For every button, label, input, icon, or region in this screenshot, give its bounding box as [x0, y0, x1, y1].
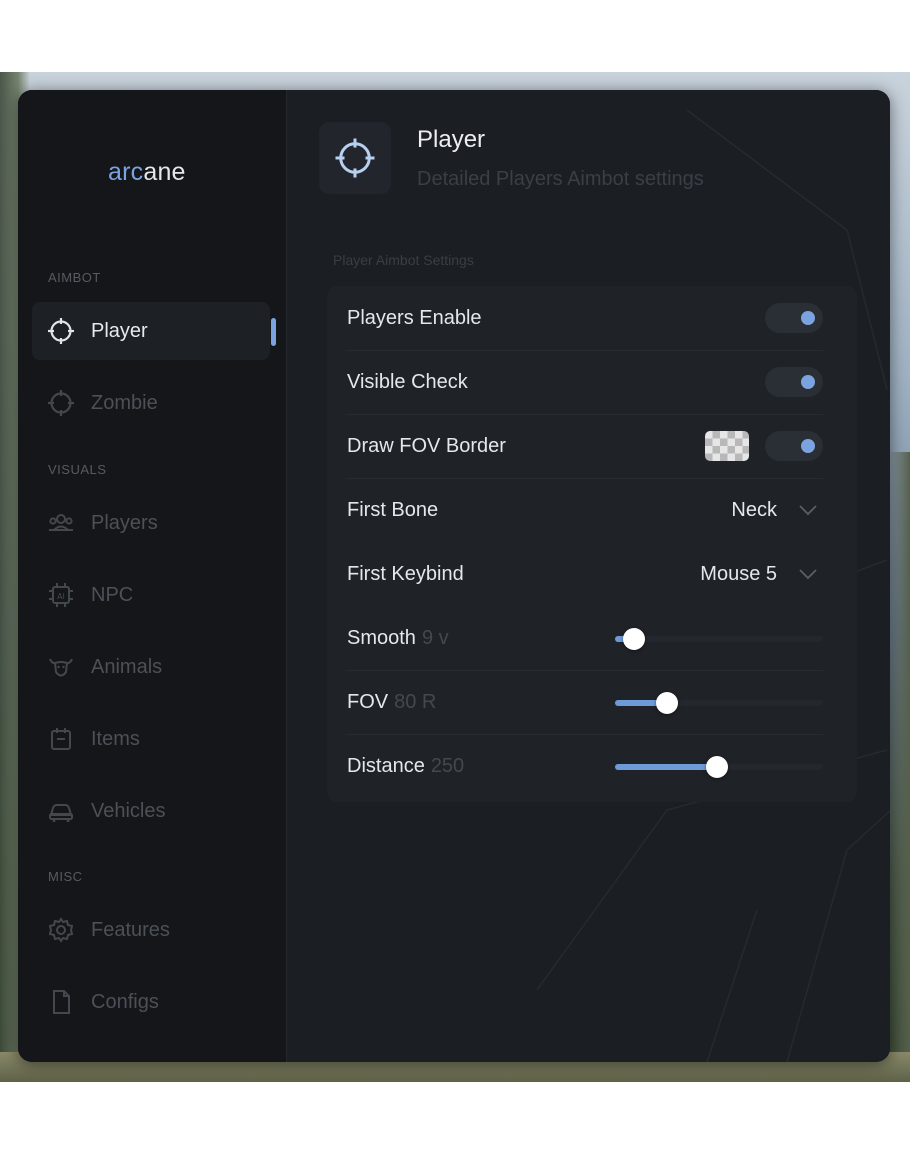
sidebar: arcane AIMBOT Player Zombie VISUALS Play…	[18, 90, 286, 1062]
car-icon	[47, 797, 75, 825]
toggle-knob	[801, 375, 815, 389]
distance-slider[interactable]	[615, 756, 823, 778]
crosshair-icon	[335, 138, 375, 178]
sidebar-item-npc[interactable]: AI NPC	[32, 566, 270, 624]
calendar-box-icon	[47, 725, 75, 753]
sidebar-item-player[interactable]: Player	[32, 302, 276, 360]
zombie-crosshair-icon	[47, 389, 75, 417]
sidebar-item-label: Vehicles	[91, 799, 166, 822]
people-icon	[47, 509, 75, 537]
sidebar-item-zombie[interactable]: Zombie	[32, 374, 270, 432]
sidebar-item-label: Features	[91, 918, 170, 941]
section-label-misc: MISC	[48, 869, 83, 884]
setting-row-first-keybind: First Keybind Mouse 5	[347, 542, 823, 606]
page-title: Player	[417, 126, 486, 153]
slider-thumb[interactable]	[656, 692, 678, 714]
setting-row-visible-check: Visible Check	[347, 350, 823, 415]
setting-value: 250	[430, 755, 465, 777]
header-icon-box	[319, 122, 391, 194]
setting-row-first-bone: First Bone Neck	[347, 478, 823, 542]
sidebar-item-features[interactable]: Features	[32, 901, 270, 959]
setting-row-distance: Distance 250	[347, 734, 823, 798]
setting-row-fov: FOV 80 R	[347, 670, 823, 735]
ai-chip-icon: AI	[47, 581, 75, 609]
sidebar-item-label: Items	[91, 727, 140, 750]
visible-check-toggle[interactable]	[765, 367, 823, 397]
sidebar-item-label: Player	[91, 319, 148, 342]
sidebar-item-label: Players	[91, 511, 158, 534]
gear-icon	[47, 916, 75, 944]
setting-label: Visible Check	[347, 371, 468, 393]
slider-fill	[615, 764, 717, 770]
setting-label: Smooth 9 v	[347, 627, 449, 649]
setting-label: First Bone	[347, 499, 439, 521]
sidebar-item-label: Zombie	[91, 391, 158, 414]
settings-group-label: Player Aimbot Settings	[333, 252, 474, 268]
first-bone-dropdown[interactable]: Neck	[731, 478, 823, 542]
smooth-slider[interactable]	[615, 628, 823, 650]
slider-thumb[interactable]	[706, 756, 728, 778]
setting-label: FOV 80 R	[347, 691, 437, 713]
setting-row-players-enable: Players Enable	[347, 286, 823, 351]
toggle-knob	[801, 311, 815, 325]
bull-head-icon	[47, 653, 75, 681]
sidebar-item-label: NPC	[91, 583, 134, 606]
sidebar-item-vehicles[interactable]: Vehicles	[32, 782, 270, 840]
setting-value: 80 R	[394, 691, 437, 713]
dropdown-value: Mouse 5	[700, 562, 777, 585]
crosshair-icon	[47, 317, 75, 345]
sidebar-item-label: Animals	[91, 655, 163, 678]
fov-slider[interactable]	[615, 692, 823, 714]
fov-border-color-swatch[interactable]	[705, 431, 749, 461]
active-indicator	[271, 318, 276, 346]
setting-row-draw-fov-border: Draw FOV Border	[347, 414, 823, 479]
draw-fov-border-toggle[interactable]	[765, 431, 823, 461]
setting-label: First Keybind	[347, 563, 464, 585]
chevron-down-icon	[793, 504, 823, 516]
toggle-knob	[801, 439, 815, 453]
slider-thumb[interactable]	[623, 628, 645, 650]
section-label-aimbot: AIMBOT	[48, 270, 101, 285]
chevron-down-icon	[793, 568, 823, 580]
setting-label: Distance 250	[347, 755, 465, 777]
first-keybind-dropdown[interactable]: Mouse 5	[700, 542, 823, 606]
players-enable-toggle[interactable]	[765, 303, 823, 333]
sidebar-item-items[interactable]: Items	[32, 710, 270, 768]
sidebar-item-label: Configs	[91, 990, 159, 1013]
svg-text:AI: AI	[57, 592, 65, 601]
section-label-visuals: VISUALS	[48, 462, 107, 477]
page-subtitle: Detailed Players Aimbot settings	[417, 168, 704, 190]
setting-label: Draw FOV Border	[347, 435, 506, 457]
background-tree-right	[888, 452, 910, 1082]
app-logo: arcane	[108, 158, 186, 186]
dropdown-value: Neck	[731, 498, 777, 521]
setting-value: 9 v	[421, 627, 449, 649]
sidebar-item-configs[interactable]: Configs	[32, 973, 270, 1031]
setting-label: Players Enable	[347, 307, 482, 329]
settings-panel: Players Enable Visible Check Draw FOV Bo…	[327, 286, 857, 802]
file-icon	[47, 988, 75, 1016]
setting-row-smooth: Smooth 9 v	[347, 606, 823, 671]
main-content: Player Detailed Players Aimbot settings …	[286, 90, 890, 1062]
sidebar-item-players[interactable]: Players	[32, 494, 270, 552]
sidebar-item-animals[interactable]: Animals	[32, 638, 270, 696]
menu-window: arcane AIMBOT Player Zombie VISUALS Play…	[18, 90, 890, 1062]
